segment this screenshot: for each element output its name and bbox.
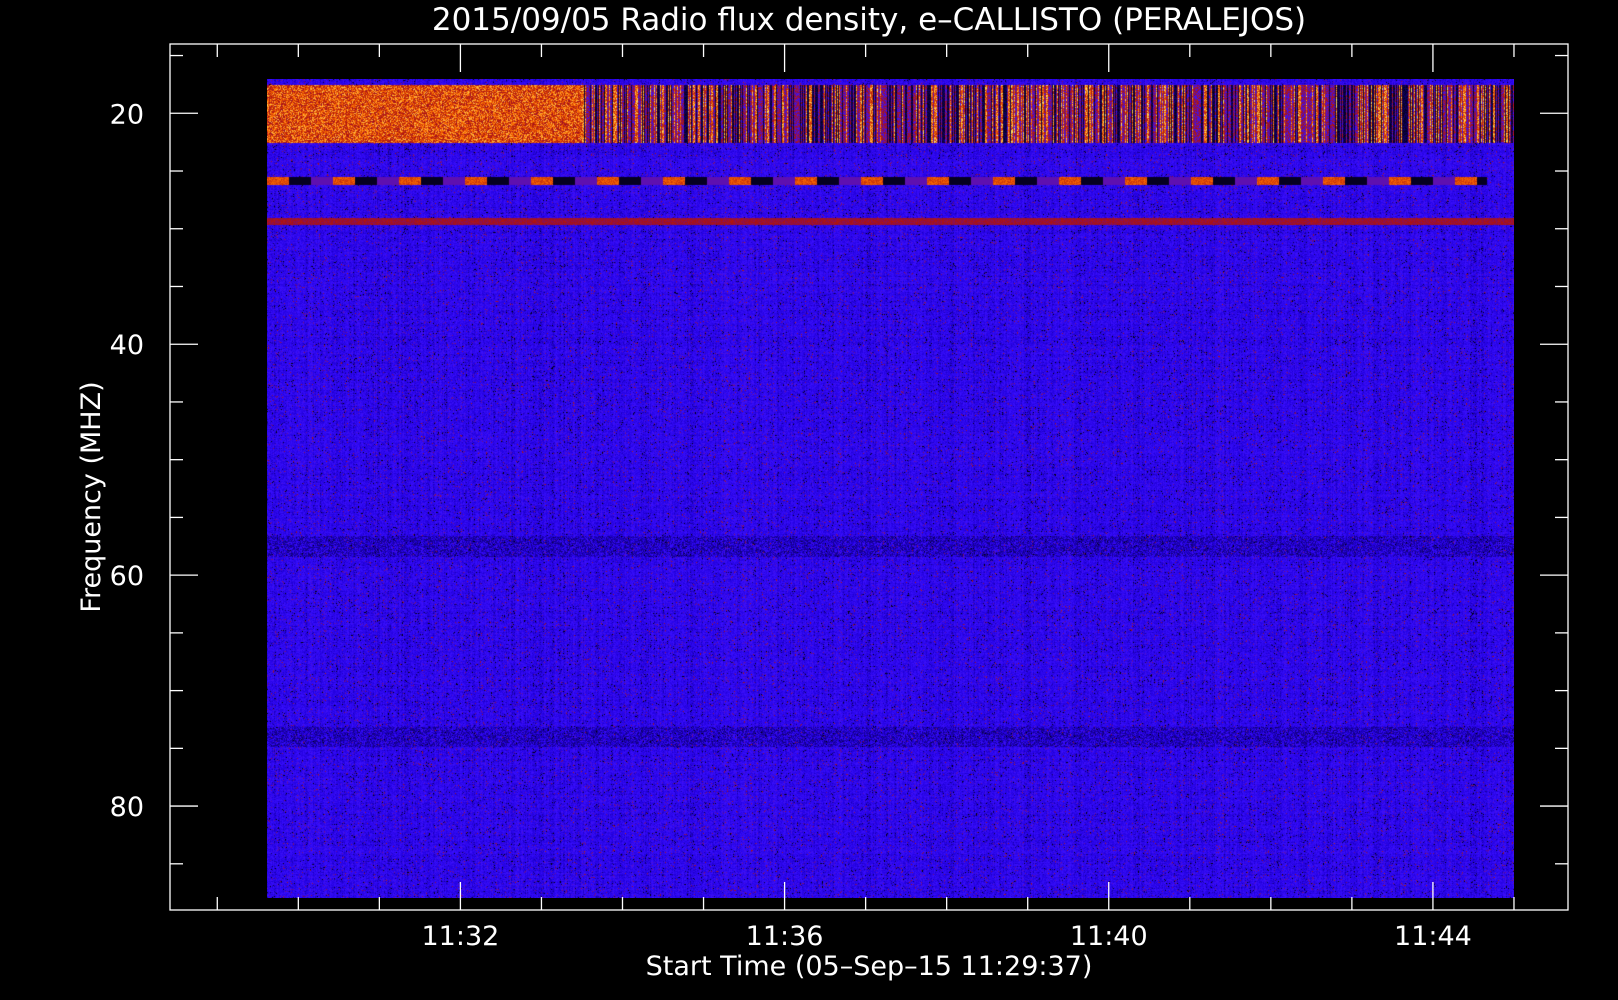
x-tick-label: 11:40 [1070, 921, 1148, 952]
spectrogram-image [267, 79, 1514, 898]
chart-root: 11:32 11:36 11:40 11:44 20 40 60 80 2015/09/05… [0, 0, 1618, 1000]
x-tick-label: 11:36 [746, 921, 824, 952]
chart-title: 2015/09/05 Radio flux density, e–CALLIST… [432, 2, 1306, 38]
x-tick-label: 11:32 [421, 921, 499, 952]
x-tick-label: 11:44 [1394, 921, 1472, 952]
spectrogram-chart: 11:32 11:36 11:40 11:44 20 40 60 80 2015/09/05… [0, 0, 1618, 1000]
y-tick-label: 80 [110, 792, 144, 823]
y-axis-label: Frequency (MHZ) [76, 381, 107, 612]
y-tick-label: 40 [110, 330, 144, 361]
y-tick-label: 60 [110, 561, 144, 592]
y-tick-label: 20 [110, 99, 144, 130]
x-axis-label: Start Time (05–Sep–15 11:29:37) [646, 951, 1093, 982]
